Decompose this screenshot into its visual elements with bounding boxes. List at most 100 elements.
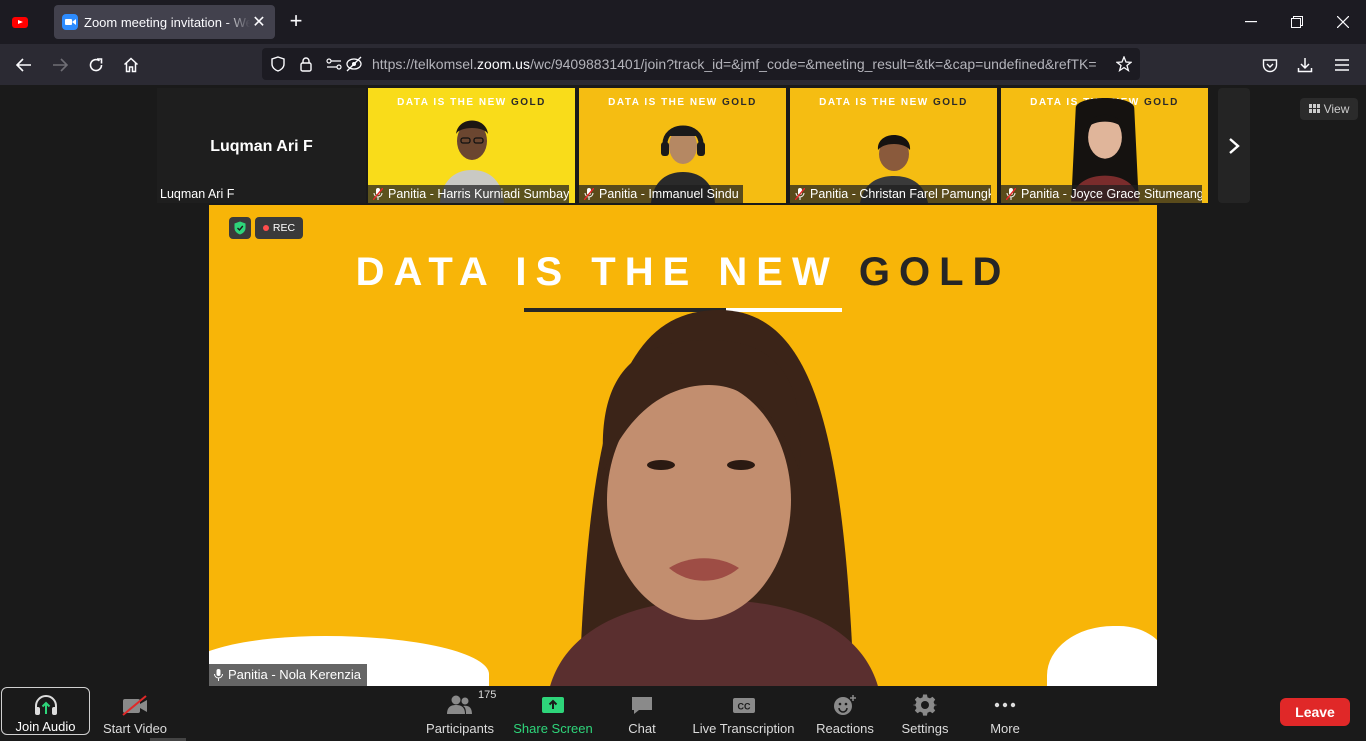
url-bar[interactable]: https://telkomsel.zoom.us/wc/94098831401…: [262, 48, 1140, 80]
gear-icon: [913, 692, 937, 718]
tile-banner: DATA IS THE NEW GOLD: [368, 97, 575, 108]
participant-tile[interactable]: DATA IS THE NEW GOLD Panitia - Joyce Gra…: [1001, 88, 1208, 203]
more-dots-icon: [992, 692, 1018, 718]
participant-name-label: Panitia - Immanuel Sindu: [579, 185, 743, 203]
url-text[interactable]: https://telkomsel.zoom.us/wc/94098831401…: [372, 56, 1107, 72]
banner-white-text: DATA IS THE NEW: [397, 97, 511, 108]
url-domain: zoom.us: [477, 56, 530, 72]
view-label: View: [1323, 102, 1350, 116]
start-video-label: Start Video: [102, 721, 168, 736]
close-tab-icon[interactable]: ✕: [251, 12, 267, 32]
tab-title: Zoom meeting invitation - Web Client: [84, 14, 250, 30]
gallery-next-button[interactable]: [1218, 88, 1250, 203]
mic-muted-icon: [584, 188, 594, 200]
more-button[interactable]: More: [980, 686, 1030, 741]
chevron-right-icon: [1229, 137, 1240, 154]
encryption-shield-icon[interactable]: [229, 217, 251, 239]
more-label: More: [990, 721, 1020, 736]
forward-icon[interactable]: [47, 52, 73, 78]
participant-name-label: Panitia - Joyce Grace Situmeang: [1001, 185, 1202, 203]
participants-button[interactable]: 175 Participants: [424, 686, 496, 741]
minimize-window-button[interactable]: [1228, 6, 1274, 38]
pinned-tab-youtube[interactable]: [8, 8, 32, 36]
reactions-button[interactable]: Reactions: [815, 686, 875, 741]
close-window-button[interactable]: [1320, 6, 1366, 38]
tracking-blocked-icon[interactable]: [342, 52, 366, 76]
self-video-tile[interactable]: Luqman Ari F Luqman Ari F: [157, 88, 366, 203]
rec-label: REC: [272, 222, 296, 234]
banner-white-text: DATA IS THE NEW: [608, 97, 722, 108]
grid-view-icon: [1308, 104, 1320, 113]
speaker-name: Panitia - Nola Kerenzia: [228, 667, 361, 682]
share-screen-button[interactable]: Share Screen: [513, 686, 593, 741]
menu-icon[interactable]: [1329, 52, 1355, 78]
svg-text:CC: CC: [737, 702, 750, 712]
live-transcription-button[interactable]: CC Live Transcription: [692, 686, 795, 741]
participant-name: Panitia - Christan Farel Pamungkas: [810, 187, 991, 201]
participant-name: Panitia - Harris Kurniadi Sumbayak: [388, 187, 569, 201]
leave-button[interactable]: Leave: [1280, 698, 1350, 726]
banner-dark-text: GOLD: [858, 250, 1011, 294]
self-name-large: Luqman Ari F: [210, 138, 313, 155]
zoom-meeting-area: Luqman Ari F Luqman Ari F DATA IS THE NE…: [0, 85, 1366, 741]
browser-nav-bar: https://telkomsel.zoom.us/wc/94098831401…: [0, 44, 1366, 85]
restore-window-button[interactable]: [1274, 6, 1320, 38]
participant-name-label: Panitia - Harris Kurniadi Sumbayak: [368, 185, 569, 203]
join-audio-button[interactable]: Join Audio: [1, 687, 90, 735]
zoom-favicon-icon: [62, 14, 78, 30]
participant-tile[interactable]: DATA IS THE NEW GOLD Panitia - Immanuel …: [579, 88, 786, 203]
mic-muted-icon: [1006, 188, 1016, 200]
new-tab-button[interactable]: +: [284, 10, 308, 34]
video-off-icon: [121, 692, 149, 718]
closed-caption-icon: CC: [731, 692, 757, 718]
mic-muted-icon: [373, 188, 383, 200]
participants-icon: 175: [446, 689, 496, 718]
participant-tile[interactable]: DATA IS THE NEW GOLD Panitia - Christan …: [790, 88, 997, 203]
bookmark-star-icon[interactable]: [1112, 52, 1136, 76]
mic-muted-icon: [795, 188, 805, 200]
downloads-icon[interactable]: [1292, 52, 1318, 78]
back-icon[interactable]: [11, 52, 37, 78]
pocket-icon[interactable]: [1257, 52, 1283, 78]
reactions-icon: [832, 692, 858, 718]
settings-label: Settings: [901, 721, 949, 736]
share-screen-icon: [540, 692, 566, 718]
youtube-icon: [12, 16, 28, 28]
url-path: /wc/94098831401/join?track_id=&jmf_code=…: [529, 56, 1097, 72]
meeting-toolbar: Join Audio Start Video 175 Participants …: [0, 686, 1366, 741]
tile-banner: DATA IS THE NEW GOLD: [579, 97, 786, 108]
lock-icon[interactable]: [294, 52, 318, 76]
active-speaker-video[interactable]: DATA IS THE NEW GOLD REC Panitia - Nola …: [209, 205, 1157, 686]
banner-white-text: DATA IS THE NEW: [819, 97, 933, 108]
participants-label: Participants: [426, 721, 494, 736]
participant-tile[interactable]: DATA IS THE NEW GOLD Panitia - Harris Ku…: [368, 88, 575, 203]
share-screen-label: Share Screen: [513, 721, 593, 736]
shield-icon[interactable]: [266, 52, 290, 76]
headphones-icon: [33, 693, 59, 716]
tile-banner: DATA IS THE NEW GOLD: [790, 97, 997, 108]
start-video-button[interactable]: Start Video: [100, 686, 170, 741]
tab-zoom-meeting[interactable]: Zoom meeting invitation - Web Client ✕: [54, 5, 275, 39]
home-icon[interactable]: [118, 52, 144, 78]
browser-tab-bar: Zoom meeting invitation - Web Client ✕ +: [0, 0, 1366, 44]
view-button[interactable]: View: [1300, 98, 1358, 120]
reload-icon[interactable]: [83, 52, 109, 78]
mic-icon: [214, 669, 223, 681]
live-transcription-label: Live Transcription: [692, 721, 795, 736]
join-audio-label: Join Audio: [15, 719, 76, 734]
recording-badge[interactable]: REC: [255, 217, 303, 239]
speaker-video: [550, 310, 878, 686]
participant-name-label: Panitia - Christan Farel Pamungkas: [790, 185, 991, 203]
chat-label: Chat: [628, 721, 656, 736]
banner-dark-text: GOLD: [510, 97, 546, 108]
chat-button[interactable]: Chat: [617, 686, 667, 741]
reactions-label: Reactions: [816, 721, 874, 736]
settings-button[interactable]: Settings: [898, 686, 952, 741]
background-wave: [1047, 626, 1157, 686]
url-domain-prefix: https://telkomsel.: [372, 56, 478, 72]
banner-dark-text: GOLD: [932, 97, 968, 108]
recording-dot-icon: [262, 225, 269, 231]
banner-dark-text: GOLD: [721, 97, 757, 108]
participant-name: Panitia - Joyce Grace Situmeang: [1021, 187, 1202, 201]
participant-name: Panitia - Immanuel Sindu: [599, 187, 739, 201]
